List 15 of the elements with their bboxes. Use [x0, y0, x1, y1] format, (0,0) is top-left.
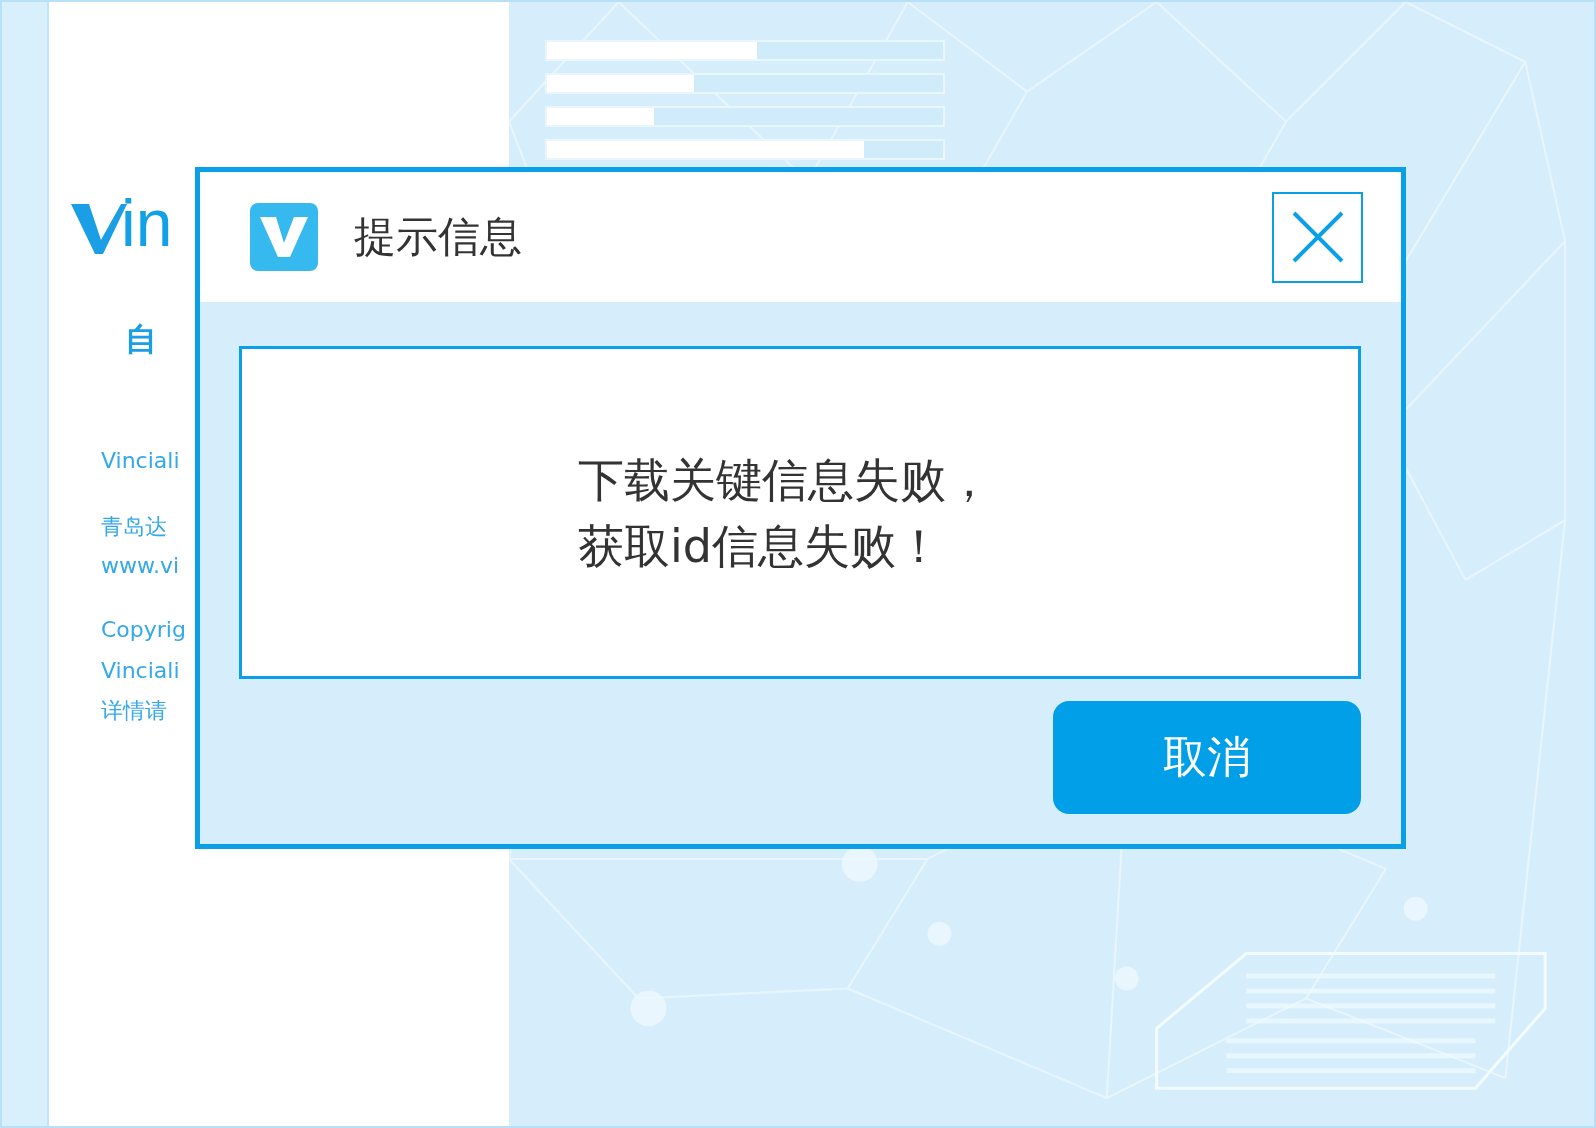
message-text: 获取id信息失败！ — [578, 517, 943, 575]
close-button[interactable] — [1272, 191, 1363, 283]
close-icon — [1290, 210, 1345, 264]
info-text: Vinciali — [101, 657, 181, 684]
panel-heading: 自 — [125, 319, 158, 360]
info-text: 详情请 — [101, 697, 168, 725]
info-text: 青岛达 — [101, 514, 168, 541]
message-text: 下载关键信息失败， — [578, 451, 992, 509]
info-text: Vinciali — [101, 448, 181, 475]
app-logo-icon — [250, 203, 318, 271]
info-text: Copyrig — [101, 617, 187, 644]
logo-text: in — [121, 190, 173, 256]
dialog-title: 提示信息 — [354, 211, 523, 263]
cancel-button[interactable]: 取消 — [1053, 701, 1361, 814]
info-text: www.vi — [101, 552, 181, 580]
